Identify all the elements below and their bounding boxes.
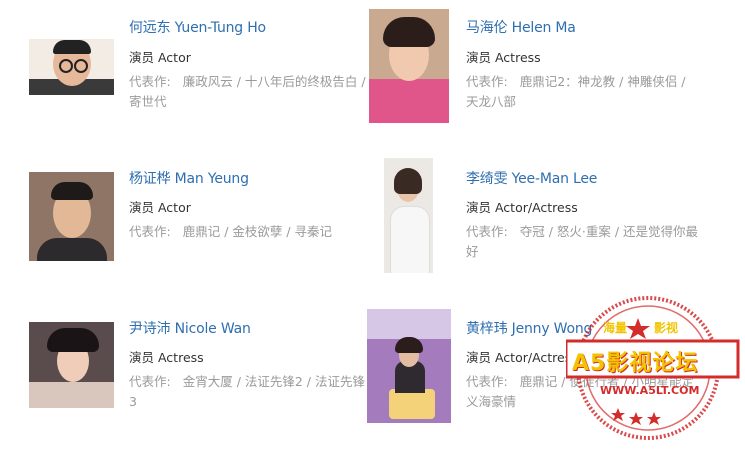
cast-role: 演员 Actor <box>129 50 191 65</box>
cast-name[interactable]: 杨证桦 Man Yeung <box>129 168 249 188</box>
cast-role: 演员 Actor/Actress <box>466 200 578 215</box>
watermark-top-right: 影视 <box>654 321 679 335</box>
cast-works: 代表作: 金宵大厦 / 法证先锋2 / 法证先锋3 <box>129 372 365 412</box>
cast-name[interactable]: 何远东 Yuen-Tung Ho <box>129 17 266 37</box>
cast-works: 代表作: 廉政风云 / 十八年后的终极告白 / 寄世代 <box>129 72 371 112</box>
watermark-brand: A5影视论坛 <box>572 351 699 376</box>
works-label: 代表作: <box>129 74 171 89</box>
watermark-url: WWW.A5LT.COM <box>600 384 700 397</box>
cast-name[interactable]: 马海伦 Helen Ma <box>466 17 576 37</box>
cast-photo[interactable] <box>29 172 114 261</box>
cast-role: 演员 Actress <box>466 50 541 65</box>
works-label: 代表作: <box>466 374 508 389</box>
watermark-stamp: 海量 影视 A5影视论坛 WWW.A5LT.COM <box>564 288 742 446</box>
cast-works: 代表作: 鹿鼎记2：神龙教 / 神雕侠侣 / 天龙八部 <box>466 72 698 112</box>
works-label: 代表作: <box>466 224 508 239</box>
cast-photo[interactable] <box>367 309 451 423</box>
cast-works: 代表作: 夺冠 / 怒火·重案 / 还是觉得你最好 <box>466 222 708 262</box>
watermark-top-left: 海量 <box>603 321 628 335</box>
cast-photo[interactable] <box>29 322 114 408</box>
cast-name[interactable]: 李绮雯 Yee-Man Lee <box>466 168 597 188</box>
cast-role: 演员 Actress <box>129 350 204 365</box>
cast-photo[interactable] <box>369 9 449 123</box>
works-label: 代表作: <box>129 224 171 239</box>
cast-role: 演员 Actor/Actress <box>466 350 578 365</box>
cast-works: 代表作: 鹿鼎记 / 金枝欲孽 / 寻秦记 <box>129 222 371 242</box>
cast-photo[interactable] <box>384 158 433 273</box>
cast-name[interactable]: 尹诗沛 Nicole Wan <box>129 318 251 338</box>
works-label: 代表作: <box>129 374 171 389</box>
works-label: 代表作: <box>466 74 508 89</box>
cast-role: 演员 Actor <box>129 200 191 215</box>
cast-photo[interactable] <box>29 39 114 95</box>
works-list: 鹿鼎记 / 金枝欲孽 / 寻秦记 <box>182 224 333 239</box>
